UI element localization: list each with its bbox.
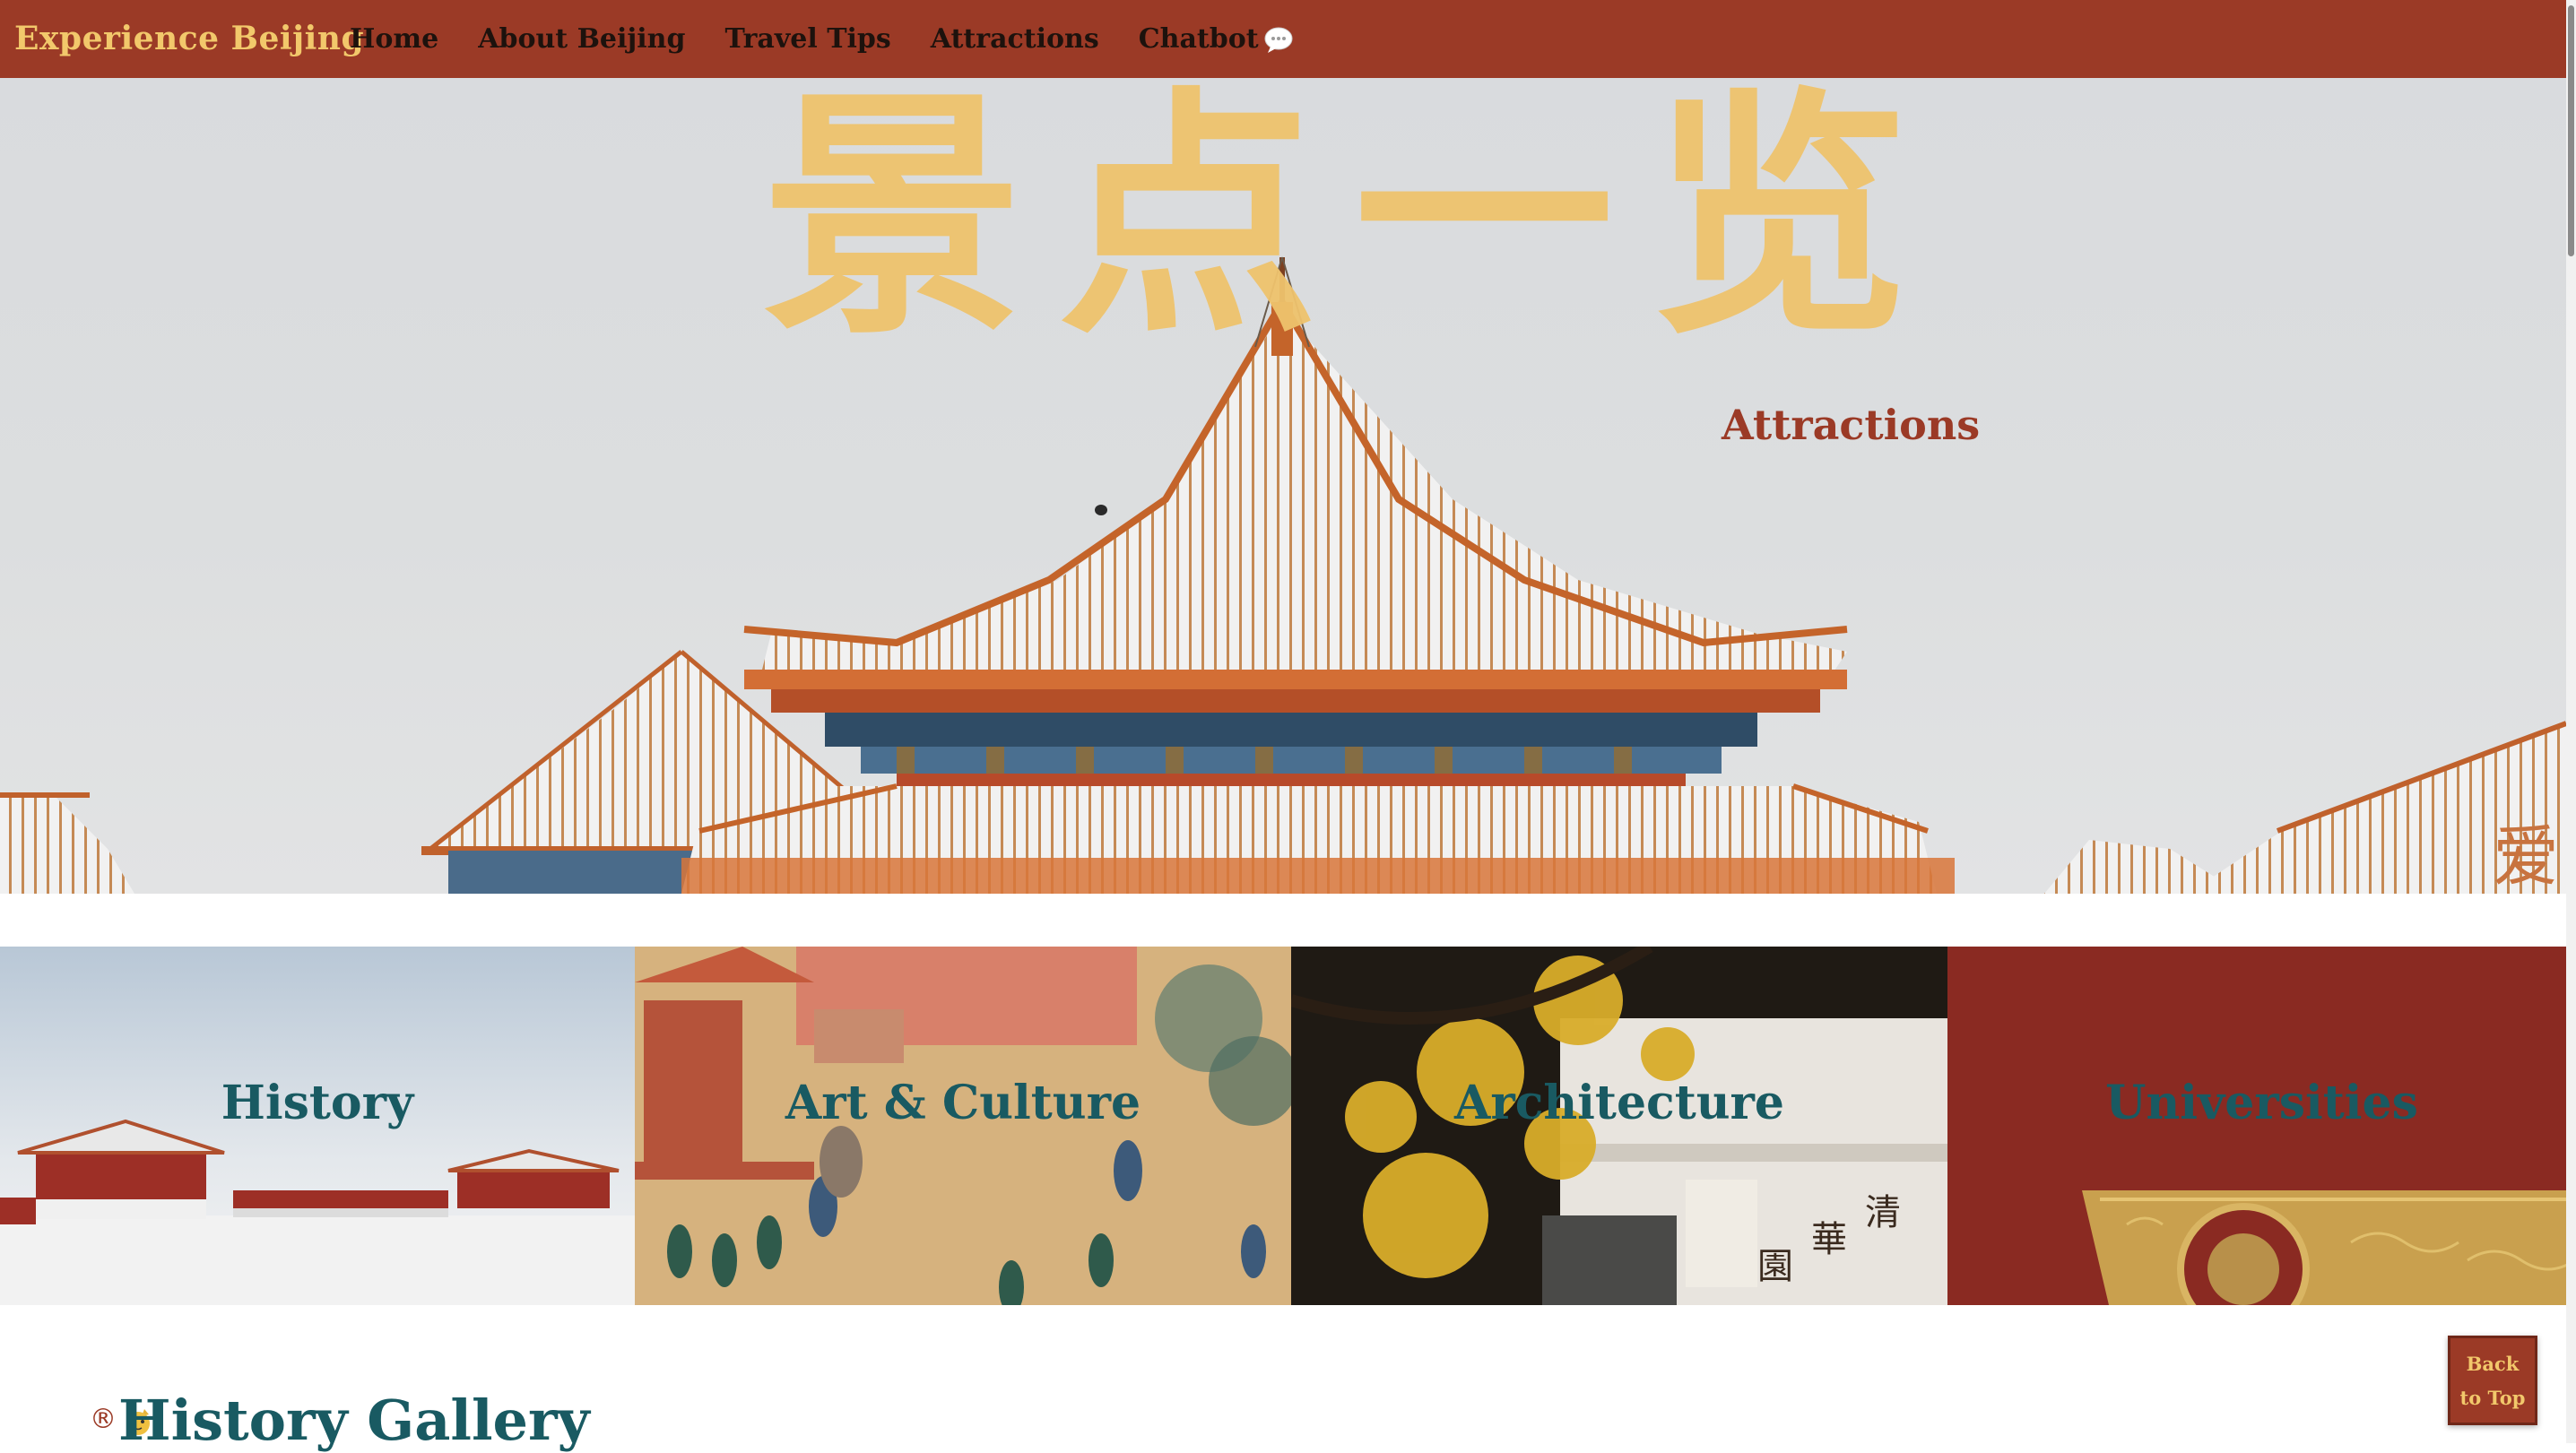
svg-text:華: 華: [1811, 1219, 1847, 1260]
category-label-architecture: Architecture: [1453, 1076, 1785, 1130]
scrollbar-thumb[interactable]: [2568, 5, 2574, 256]
hero-corner-character: 爱: [2493, 818, 2559, 894]
top-navbar: Experience Beijing Home About Beijing Tr…: [0, 0, 2576, 78]
gallery-heading: History Gallery: [118, 1388, 590, 1453]
back-to-top-line2: to Top: [2459, 1387, 2526, 1409]
nav-link-chatbot-wrapper[interactable]: Chatbot: [1139, 23, 1293, 55]
category-tile-universities[interactable]: Universities: [1947, 947, 2576, 1305]
nav-link-about-beijing[interactable]: About Beijing: [478, 23, 685, 55]
back-to-top-line1: Back: [2466, 1353, 2520, 1375]
speech-bubble-icon: [1264, 27, 1293, 53]
category-label-universities: Universities: [2105, 1076, 2418, 1130]
registered-mark: ®: [90, 1404, 117, 1435]
nav-link-home[interactable]: Home: [350, 23, 438, 55]
back-to-top-button[interactable]: Back to Top: [2448, 1336, 2537, 1425]
category-label-history: History: [221, 1076, 414, 1130]
svg-text:園: 園: [1757, 1246, 1793, 1287]
page-scrollbar[interactable]: [2566, 0, 2576, 1443]
nav-link-travel-tips[interactable]: Travel Tips: [724, 23, 890, 55]
brand-logo[interactable]: Experience Beijing: [14, 20, 364, 57]
category-tiles: History Art & Culture 園 華 清 Architecture…: [0, 947, 2576, 1305]
hero-chinese-title: 景点一览: [762, 78, 1946, 369]
category-tile-architecture[interactable]: 園 華 清 Architecture: [1291, 947, 1947, 1305]
category-tile-art-culture[interactable]: Art & Culture: [635, 947, 1291, 1305]
hero-banner: 景点一览 Attractions 爱: [0, 78, 2566, 894]
nav-link-chatbot[interactable]: Chatbot: [1139, 23, 1259, 55]
category-tile-history[interactable]: History: [0, 947, 635, 1305]
svg-text:清: 清: [1865, 1192, 1901, 1233]
nav-link-attractions[interactable]: Attractions: [931, 23, 1099, 55]
hero-subtitle: Attractions: [1722, 401, 1981, 449]
category-label-art-culture: Art & Culture: [785, 1076, 1141, 1130]
nav-links: Home About Beijing Travel Tips Attractio…: [350, 23, 1293, 55]
